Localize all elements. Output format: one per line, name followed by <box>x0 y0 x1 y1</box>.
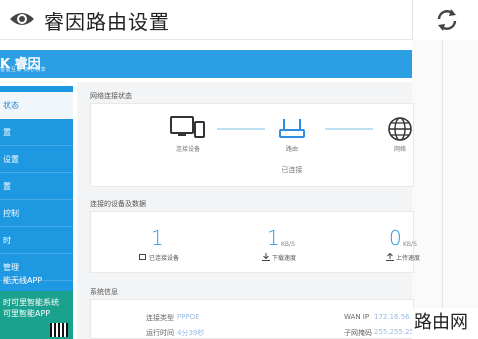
network-status-title: 网络连接状态 <box>90 92 132 100</box>
promo-line2: 可里智能APP <box>3 309 51 318</box>
app-header: 睿因路由设置 <box>0 0 412 40</box>
refresh-button[interactable] <box>412 0 478 40</box>
sidebar-item-control[interactable]: 控制 <box>0 200 73 227</box>
upload-unit: KB/S <box>403 241 417 248</box>
upload-label: 上传速度 <box>396 255 421 262</box>
sidebar-item-app[interactable]: 能无线APP <box>0 271 73 291</box>
subnet-label: 子网掩码 <box>344 329 372 337</box>
connection-line <box>217 128 265 130</box>
download-value: 1 <box>267 226 280 250</box>
computer-icon <box>170 116 205 138</box>
page-title: 睿因路由设置 <box>44 10 170 34</box>
system-title: 系统信息 <box>90 288 118 296</box>
sidebar-item-status[interactable]: 状态 <box>0 92 73 119</box>
router-icon <box>279 119 305 138</box>
eye-icon[interactable] <box>8 9 36 29</box>
sidebar-item-config[interactable]: 置 <box>0 173 73 200</box>
brand-slogan: 智能互联 随心畅享 <box>0 67 47 73</box>
connection-status: 已连接 <box>281 166 303 174</box>
side-pane <box>412 40 478 339</box>
device-label: 连接设备 <box>175 146 200 153</box>
sidebar-item-time[interactable]: 时 <box>0 227 73 254</box>
refresh-icon <box>437 9 457 31</box>
devices-title: 连接的设备及数据 <box>90 200 146 208</box>
router-label: 路由 <box>285 146 298 153</box>
uptime-value: 4分39秒 <box>177 329 205 337</box>
uptime-label: 运行时间 <box>146 329 174 337</box>
download-label: 下载速度 <box>272 255 297 262</box>
sidebar-item-wifi[interactable]: 设置 <box>0 146 73 173</box>
device-icon <box>139 254 146 260</box>
promo-line1: 时可里智能系统 <box>3 298 59 307</box>
network-status-card <box>90 103 414 187</box>
qr-code-icon <box>50 323 68 337</box>
devices-card <box>90 211 414 273</box>
connected-label: 已连接设备 <box>149 255 180 262</box>
watermark: 路由网 <box>412 308 478 339</box>
download-icon <box>262 253 270 261</box>
sidebar-item-settings[interactable]: 置 <box>0 119 73 146</box>
download-unit: KB/S <box>281 241 295 248</box>
brand-bar: K 睿因 智能互联 随心畅享 <box>0 50 412 78</box>
connection-line <box>325 128 373 130</box>
conn-type-value: PPPOE <box>177 313 200 321</box>
upload-icon <box>386 253 394 261</box>
upload-value: 0 <box>389 226 402 250</box>
promo-banner[interactable]: 时可里智能系统 可里智能APP <box>0 291 73 339</box>
globe-icon <box>388 117 412 141</box>
conn-type-label: 连接类型 <box>146 314 174 322</box>
connected-count: 1 <box>151 226 164 250</box>
internet-label: 网络 <box>393 146 406 153</box>
wan-ip-label: WAN IP <box>344 313 370 321</box>
